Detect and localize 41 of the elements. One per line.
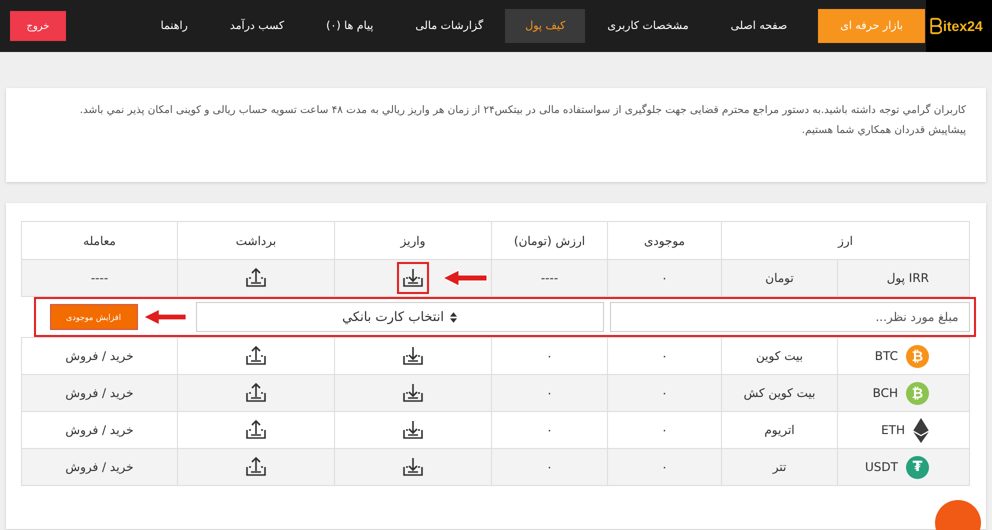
nav-link[interactable]: صفحه اصلی bbox=[710, 9, 808, 43]
table-cell: ۰ bbox=[608, 374, 722, 412]
table-cell: تتر bbox=[722, 448, 838, 486]
currency-symbol: USDT bbox=[865, 460, 898, 474]
table-cell: خرید / فروش bbox=[22, 374, 178, 412]
table-cell: ---- bbox=[22, 260, 178, 296]
currency-symbol: ETH bbox=[881, 423, 905, 437]
table-cell: ۰ bbox=[492, 448, 608, 486]
table-cell: ---- bbox=[492, 260, 608, 296]
sort-caret-icon bbox=[450, 312, 457, 322]
table-cell: تومان bbox=[722, 260, 838, 296]
notice-text: پیشاپیش قدردان همکاري شما هستیم. bbox=[800, 123, 966, 138]
table-cell: بیت کوین کش bbox=[722, 374, 838, 412]
column-header: برداشت bbox=[178, 222, 334, 260]
currency-symbol: BTC bbox=[874, 349, 898, 363]
amount-input-field[interactable]: مبلغ مورد نظر... bbox=[610, 302, 970, 332]
nav-link[interactable]: راهنما bbox=[140, 9, 208, 43]
table-cell: ۰ bbox=[608, 448, 722, 486]
nav-link[interactable]: گزارشات مالی bbox=[395, 9, 504, 43]
logo[interactable]: itex24 bbox=[926, 0, 992, 52]
nav-link[interactable]: پیام ها (۰) bbox=[306, 9, 394, 43]
table-cell: خرید / فروش bbox=[22, 338, 178, 374]
currency-symbol: BCH bbox=[872, 386, 898, 400]
column-header: معامله bbox=[22, 222, 178, 260]
nav-link[interactable]: کسب درآمد bbox=[210, 9, 304, 43]
deposit-icon[interactable] bbox=[397, 262, 429, 294]
table-cell: ۰ bbox=[608, 260, 722, 296]
coin-icon: ₮ bbox=[906, 456, 929, 478]
nav-link[interactable]: مشخصات کاربری bbox=[587, 9, 709, 43]
pointer-arrow bbox=[441, 268, 489, 288]
nav-link[interactable]: کیف پول bbox=[505, 9, 586, 43]
notice-text: کاربران گرامي توجه داشته باشید.به دستور مراجع محترم قضایی جهت جلوگیری از سواستفاده مالی در بیتکس۲۴ از زمان هر واریز ریالي به مدت ۴۸ ساعت تسویه حساب ریالی و کوینی امکان پذیر نمي باشد. bbox=[78, 102, 966, 118]
table-cell: ۰ bbox=[492, 374, 608, 412]
bank-card-select[interactable]: انتخاب کارت بانکي bbox=[196, 302, 604, 332]
logout-button[interactable]: خروج bbox=[10, 11, 66, 41]
coin-icon: ₿ bbox=[906, 382, 929, 404]
column-header: ارز bbox=[722, 222, 970, 260]
coin-icon: ₿ bbox=[906, 344, 929, 368]
column-header: واریز bbox=[334, 222, 492, 260]
currency-symbol: پول IRR bbox=[886, 271, 929, 285]
table-cell: خرید / فروش bbox=[22, 448, 178, 486]
